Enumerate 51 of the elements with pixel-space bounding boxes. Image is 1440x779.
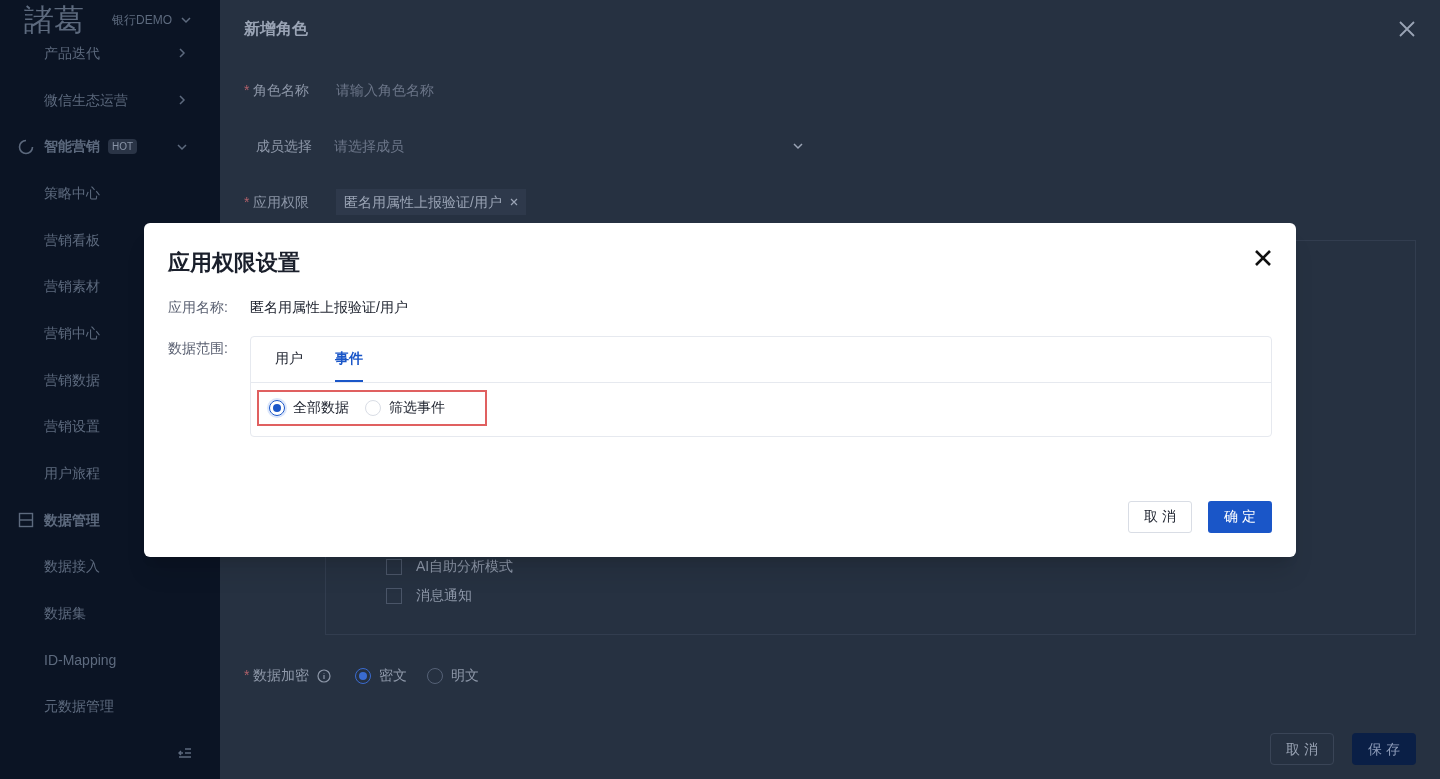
role-name-input[interactable]: 请输入角色名称 — [334, 74, 804, 106]
dialog-title: 应用权限设置 — [168, 248, 300, 277]
menu-item[interactable]: 数据接入 — [0, 543, 220, 591]
app-name: 匿名用属性上报验证/用户 — [250, 297, 408, 317]
menu-group[interactable]: 数据管理 — [0, 496, 220, 544]
radio-label: 筛选事件 — [389, 398, 445, 417]
checkbox[interactable] — [386, 558, 402, 575]
chevron-icon — [176, 94, 188, 107]
menu-item[interactable]: 元数据管理 — [0, 683, 220, 731]
radio-label: 密文 — [379, 666, 408, 685]
scope-tab[interactable]: 用户 — [275, 336, 303, 382]
drawer-title: 新增角色 — [244, 19, 308, 39]
required-mark: * — [244, 192, 250, 212]
field-label: 应用名称: — [168, 297, 229, 317]
menu-item[interactable]: 数据集 — [0, 590, 220, 637]
cancel-button[interactable]: 取 消 — [1270, 733, 1334, 765]
radio-button[interactable] — [269, 399, 285, 416]
radio-label: 全部数据 — [293, 398, 349, 417]
member-select[interactable]: 请选择成员 — [334, 130, 804, 162]
chevron-icon — [176, 47, 188, 60]
field-label: 角色名称 — [253, 80, 310, 100]
cancel-button[interactable]: 取 消 — [1128, 500, 1192, 533]
menu-item[interactable]: ID-Mapping — [0, 636, 220, 684]
confirm-button[interactable]: 确 定 — [1208, 500, 1272, 533]
menu-group[interactable]: 智能营销 HOT — [0, 123, 220, 171]
field-label: 应用权限 — [253, 192, 310, 212]
info-icon — [317, 668, 332, 683]
checkbox-label: 消息通知 — [416, 586, 472, 605]
panel-icon — [18, 512, 34, 529]
close-icon[interactable] — [509, 198, 518, 206]
collapse-icon[interactable] — [178, 747, 192, 759]
menu-item[interactable]: 策略中心 — [0, 170, 220, 217]
caret-icon — [180, 14, 192, 26]
clock-icon — [18, 138, 34, 155]
scope-tab[interactable]: 事件 — [335, 336, 363, 382]
hot-badge: HOT — [108, 139, 138, 155]
required-mark: * — [244, 80, 250, 100]
required-mark: * — [244, 666, 250, 685]
field-label: 数据范围: — [168, 338, 229, 358]
logo: 諸葛 — [24, 5, 84, 35]
save-button[interactable]: 保 存 — [1352, 733, 1416, 765]
app-tag: 匿名用属性上报验证/用户 — [336, 189, 526, 215]
menu-item[interactable]: 微信生态运营 — [0, 76, 220, 124]
chevron-icon — [792, 140, 804, 152]
checkbox[interactable] — [386, 587, 402, 604]
close-button[interactable] — [1254, 248, 1272, 267]
field-label: 成员选择 — [256, 136, 312, 156]
org-switcher[interactable]: 银行DEMO — [112, 11, 192, 29]
field-label: 数据加密 — [253, 666, 310, 685]
radio-label: 明文 — [451, 666, 480, 685]
checkbox-label: AI自助分析模式 — [416, 557, 514, 576]
